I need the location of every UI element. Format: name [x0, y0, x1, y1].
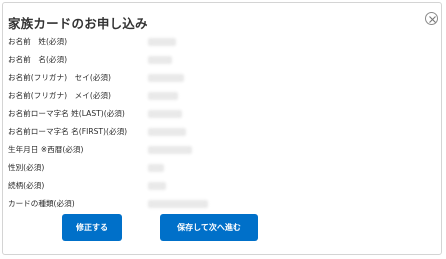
field-row-gender: 性別(必須): [8, 159, 164, 177]
field-label: カードの種類(必須): [8, 199, 75, 208]
field-label: お名前 姓(必須): [8, 37, 68, 46]
field-row-relationship: 続柄(必須): [8, 177, 166, 195]
field-value-blurred: [148, 38, 176, 46]
field-row-first-name: お名前 名(必須): [8, 51, 172, 69]
field-value-blurred: [148, 146, 192, 154]
save-and-next-button[interactable]: 保存して次へ進む: [160, 214, 258, 241]
field-label: お名前(フリガナ) セイ(必須): [8, 73, 111, 82]
field-value-blurred: [148, 182, 166, 190]
close-icon[interactable]: [425, 12, 438, 25]
field-value-blurred: [148, 92, 178, 100]
field-label: 生年月日 ※西暦(必須): [8, 145, 84, 154]
field-value-blurred: [148, 56, 172, 64]
field-value-blurred: [148, 200, 208, 208]
field-value-blurred: [148, 164, 164, 172]
field-label: お名前ローマ字名 姓(LAST)(必須): [8, 109, 125, 118]
confirmation-field-list: お名前 姓(必須) お名前 名(必須) お名前(フリガナ) セイ(必須) お名前…: [8, 33, 208, 213]
dialog-title: 家族カードのお申し込み: [8, 16, 148, 31]
field-row-first-name-roman: お名前ローマ字名 名(FIRST)(必須): [8, 123, 186, 141]
field-value-blurred: [148, 74, 184, 82]
field-value-blurred: [148, 128, 186, 136]
field-row-card-type: カードの種類(必須): [8, 195, 208, 213]
field-row-last-name-roman: お名前ローマ字名 姓(LAST)(必須): [8, 105, 182, 123]
application-dialog: 家族カードのお申し込み お名前 姓(必須) お名前 名(必須) お名前(フリガナ…: [2, 2, 442, 255]
field-row-last-name-kana: お名前(フリガナ) セイ(必須): [8, 69, 184, 87]
field-row-first-name-kana: お名前(フリガナ) メイ(必須): [8, 87, 178, 105]
field-label: お名前ローマ字名 名(FIRST)(必須): [8, 127, 128, 136]
edit-button[interactable]: 修正する: [62, 214, 122, 241]
field-row-birthdate: 生年月日 ※西暦(必須): [8, 141, 192, 159]
field-row-last-name: お名前 姓(必須): [8, 33, 176, 51]
field-label: 性別(必須): [8, 163, 45, 172]
close-x-glyph: [428, 15, 436, 23]
field-value-blurred: [148, 110, 182, 118]
field-label: 続柄(必須): [8, 181, 45, 190]
field-label: お名前 名(必須): [8, 55, 68, 64]
field-label: お名前(フリガナ) メイ(必須): [8, 91, 111, 100]
